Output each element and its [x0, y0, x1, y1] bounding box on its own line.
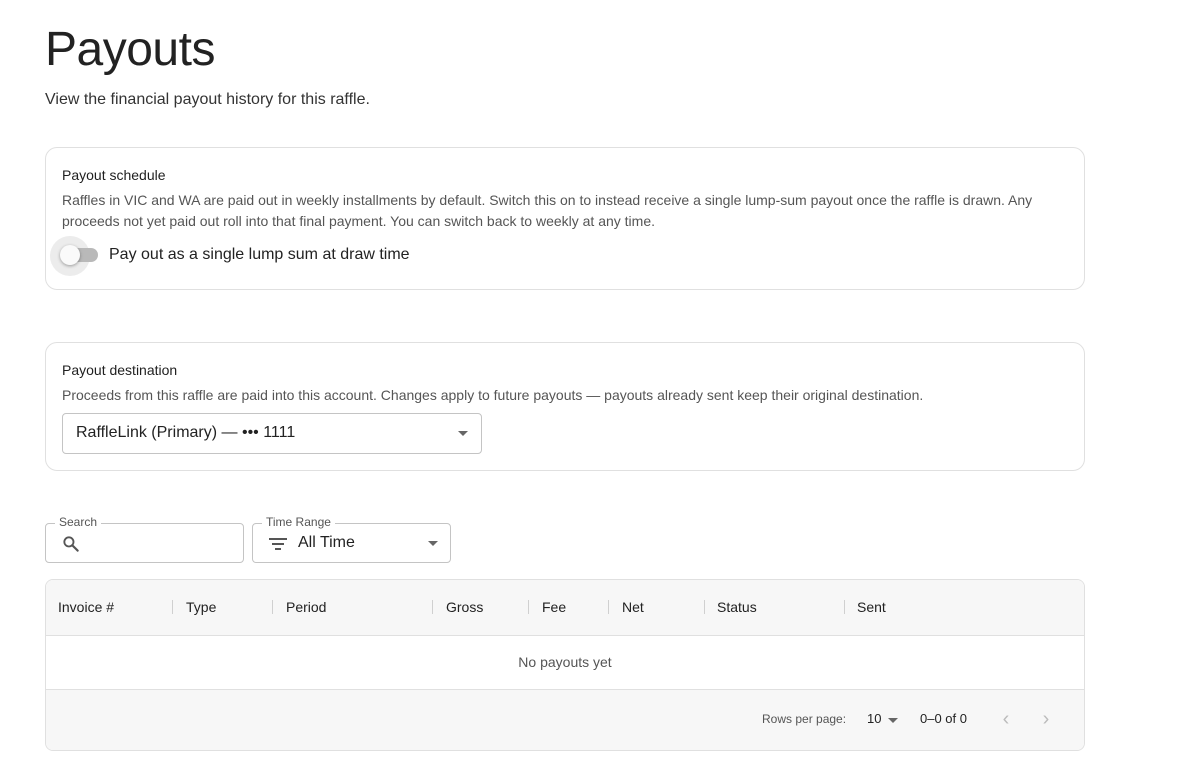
payout-schedule-title: Payout schedule	[62, 167, 166, 183]
column-separator[interactable]	[272, 600, 273, 614]
pagination-range: 0–0 of 0	[920, 711, 967, 726]
column-header-gross[interactable]: Gross	[446, 599, 483, 615]
payout-schedule-card: Payout schedule Raffles in VIC and WA ar…	[45, 147, 1085, 290]
column-header-status[interactable]: Status	[717, 599, 757, 615]
page-title: Payouts	[45, 23, 215, 76]
destination-account-select[interactable]: RaffleLink (Primary) — ••• 1111	[62, 413, 482, 454]
payout-schedule-description: Raffles in VIC and WA are paid out in we…	[62, 192, 1033, 229]
rows-per-page-label: Rows per page:	[762, 712, 847, 726]
column-header-type[interactable]: Type	[186, 599, 216, 615]
payouts-table: Invoice # Type Period Gross Fee Net Stat…	[45, 579, 1085, 751]
empty-message: No payouts yet	[518, 654, 612, 670]
rows-per-page-value[interactable]: 10	[867, 711, 881, 726]
chevron-left-icon[interactable]: ‹	[992, 706, 1020, 734]
column-header-net[interactable]: Net	[622, 599, 644, 615]
search-icon	[63, 536, 79, 552]
search-input[interactable]	[86, 532, 236, 554]
column-header-invoice[interactable]: Invoice #	[58, 599, 114, 615]
payout-destination-description: Proceeds from this raffle are paid into …	[62, 387, 924, 403]
chevron-down-icon	[428, 541, 438, 546]
search-label: Search	[55, 515, 102, 529]
column-separator[interactable]	[608, 600, 609, 614]
time-range-label: Time Range	[262, 515, 335, 529]
toggle-thumb[interactable]	[60, 245, 80, 265]
column-separator[interactable]	[704, 600, 705, 614]
column-separator[interactable]	[172, 600, 173, 614]
table-header: Invoice # Type Period Gross Fee Net Stat…	[46, 580, 1084, 636]
search-field[interactable]: Search	[45, 515, 244, 563]
chevron-right-icon[interactable]: ›	[1032, 706, 1060, 734]
payout-destination-title: Payout destination	[62, 362, 178, 378]
column-separator[interactable]	[844, 600, 845, 614]
chevron-down-icon[interactable]	[888, 718, 898, 723]
destination-account-value: RaffleLink (Primary) — ••• 1111	[76, 424, 296, 441]
payout-destination-card: Payout destination Proceeds from this ra…	[45, 342, 1085, 471]
chevron-down-icon	[458, 431, 468, 436]
page-subtitle: View the financial payout history for th…	[45, 91, 370, 108]
column-header-fee[interactable]: Fee	[542, 599, 566, 615]
column-separator[interactable]	[432, 600, 433, 614]
time-range-value: All Time	[298, 534, 355, 551]
filter-icon	[269, 538, 287, 550]
lump-sum-toggle-label[interactable]: Pay out as a single lump sum at draw tim…	[109, 245, 410, 265]
table-empty-row: No payouts yet	[46, 636, 1084, 690]
column-header-sent[interactable]: Sent	[857, 599, 886, 615]
column-header-period[interactable]: Period	[286, 599, 326, 615]
column-separator[interactable]	[528, 600, 529, 614]
table-pagination: Rows per page: 10 0–0 of 0 ‹ ›	[46, 690, 1084, 750]
time-range-select[interactable]: Time Range All Time	[252, 515, 451, 563]
